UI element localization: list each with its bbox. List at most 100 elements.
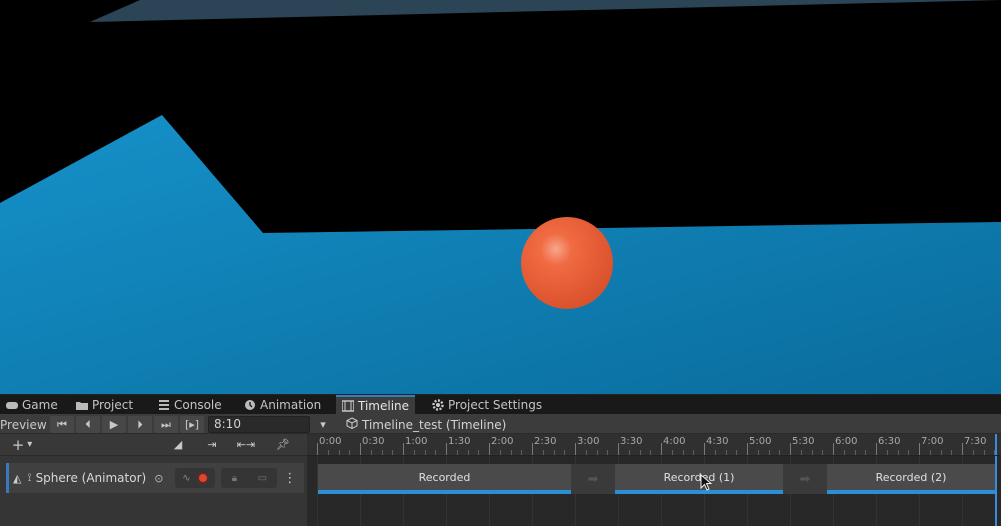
ruler-tick-label: 4:00	[663, 436, 686, 447]
ruler-minor-tick	[338, 450, 340, 455]
ruler-minor-tick	[983, 450, 985, 455]
ruler-minor-tick	[725, 450, 727, 455]
ruler-minor-tick	[908, 450, 910, 455]
clip-progress-bar	[318, 490, 571, 494]
ruler-major-tick	[833, 443, 834, 455]
scene-render	[0, 0, 1001, 394]
ruler-tick-label: 0:00	[319, 436, 342, 447]
ruler-minor-tick	[628, 450, 630, 455]
ripple-icon: ⇥	[207, 438, 217, 451]
ruler-minor-tick	[682, 450, 684, 455]
ruler-tick-label: 2:30	[534, 436, 557, 447]
ruler-major-tick	[532, 443, 533, 455]
tab-animation[interactable]: Animation	[238, 395, 327, 415]
next-frame-button[interactable]: ⏵	[128, 416, 152, 433]
tab-project[interactable]: Project	[70, 395, 139, 415]
scene-viewport[interactable]	[0, 0, 1001, 394]
current-time-field[interactable]: 8:10	[208, 416, 310, 433]
track-menu-icon[interactable]: ⋮	[283, 471, 296, 486]
ruler-tick-label: 0:30	[362, 436, 385, 447]
timeline-asset-name: Timeline_test (Timeline)	[362, 417, 507, 432]
film-icon	[341, 400, 355, 412]
frame-mode-button[interactable]: [▸]	[180, 416, 204, 433]
ruler-minor-tick	[467, 450, 469, 455]
object-picker-icon[interactable]: ⊙	[154, 472, 163, 485]
skip-start-icon: ⏮	[57, 417, 67, 431]
ruler-minor-tick	[585, 450, 587, 455]
tab-game[interactable]: Game	[0, 395, 64, 415]
ruler-tick-label: 7:30	[964, 436, 987, 447]
tab-label: Project Settings	[448, 398, 543, 412]
ruler-minor-tick	[693, 450, 695, 455]
ruler-tick-label: 6:30	[878, 436, 901, 447]
ruler-minor-tick	[671, 450, 673, 455]
playhead-line[interactable]	[995, 456, 997, 526]
ruler-minor-tick	[822, 450, 824, 455]
ruler-major-tick	[876, 443, 877, 455]
track-toggles[interactable]: 🔒︎ ▭	[221, 468, 278, 488]
clip-recorded-1[interactable]: Recorded (1)	[615, 464, 783, 494]
ruler-tick-label: 6:00	[835, 436, 858, 447]
ruler-minor-tick	[327, 450, 329, 455]
timeline-asset-breadcrumb[interactable]: Timeline_test (Timeline)	[346, 416, 506, 433]
ruler-minor-tick	[381, 450, 383, 455]
ruler-minor-tick	[897, 450, 899, 455]
plus-icon: +	[11, 435, 25, 454]
time-format-dropdown[interactable]: ▾	[316, 416, 330, 433]
ruler-major-tick	[403, 443, 404, 455]
ruler-minor-tick	[510, 450, 512, 455]
pin-button[interactable]: 📌︎	[272, 436, 294, 453]
animator-icon: ⟟	[27, 471, 32, 484]
ruler-major-tick	[317, 443, 318, 455]
animation-track-header[interactable]: ◭ ⟟ Sphere (Animator) ⊙ ∿ 🔒︎ ▭ ⋮	[6, 463, 304, 493]
ruler-tick-label: 2:00	[491, 436, 514, 447]
play-button[interactable]: ▶	[102, 416, 126, 433]
console-icon	[158, 399, 170, 411]
clip-recorded[interactable]: Recorded	[318, 464, 571, 494]
time-ruler[interactable]: 0:00 0:30 1:00 1:30 2:00 2:30 3:00 3:30 4:00 4:30…	[307, 434, 1001, 456]
ruler-major-tick	[489, 443, 490, 455]
tab-console[interactable]: Console	[152, 395, 228, 415]
pin-icon: 📌︎	[276, 438, 290, 451]
snap-button[interactable]: ⇤⇥	[232, 436, 260, 453]
ground-plane	[0, 115, 1001, 394]
editor-tab-bar: Game Project Console Animation Timeline …	[0, 394, 1001, 415]
mute-icon: ▭	[257, 472, 268, 484]
tab-project-settings[interactable]: Project Settings	[426, 395, 548, 415]
ruler-minor-tick	[564, 450, 566, 455]
clip-recorded-2[interactable]: Recorded (2)	[827, 464, 995, 494]
ruler-minor-tick	[596, 450, 598, 455]
add-track-button[interactable]: + ▾	[4, 435, 40, 454]
track-content-area[interactable]: Recorded ➡ Recorded (1) ➡ Recorded (2)	[307, 456, 1001, 526]
ruler-minor-tick	[435, 450, 437, 455]
ruler-minor-tick	[413, 450, 415, 455]
ruler-minor-tick	[768, 450, 770, 455]
ruler-minor-tick	[779, 450, 781, 455]
tab-label: Animation	[260, 398, 322, 412]
track-header-toolbar: + ▾ ◢ ⇥ ⇤⇥ 📌︎	[0, 434, 307, 456]
ruler-tick-label: 5:00	[749, 436, 772, 447]
top-plane	[90, 0, 1001, 22]
playhead-marker[interactable]	[995, 434, 997, 455]
arrow-right-icon: ➡	[587, 471, 599, 487]
goto-start-button[interactable]: ⏮	[50, 416, 74, 433]
gamepad-icon	[6, 399, 18, 411]
curves-toggle[interactable]: ∿	[175, 468, 216, 488]
ripple-mode-button[interactable]: ⇥	[198, 436, 226, 453]
ruler-minor-tick	[370, 450, 372, 455]
ruler-minor-tick	[757, 450, 759, 455]
goto-end-button[interactable]: ⏭	[154, 416, 178, 433]
ruler-minor-tick	[854, 450, 856, 455]
ruler-tick-label: 3:30	[620, 436, 643, 447]
ruler-minor-tick	[714, 450, 716, 455]
curve-icon: ∿	[182, 472, 191, 484]
preview-button[interactable]: Preview	[0, 416, 47, 433]
lock-icon: 🔒︎	[231, 472, 238, 484]
track-list: ◭ ⟟ Sphere (Animator) ⊙ ∿ 🔒︎ ▭ ⋮	[0, 456, 307, 526]
tab-timeline[interactable]: Timeline	[336, 395, 416, 415]
clip-label: Recorded (1)	[663, 471, 735, 484]
markers-button[interactable]: ◢	[166, 436, 190, 453]
skip-end-icon: ⏭	[161, 417, 171, 431]
ruler-minor-tick	[456, 450, 458, 455]
previous-frame-button[interactable]: ⏴	[76, 416, 100, 433]
